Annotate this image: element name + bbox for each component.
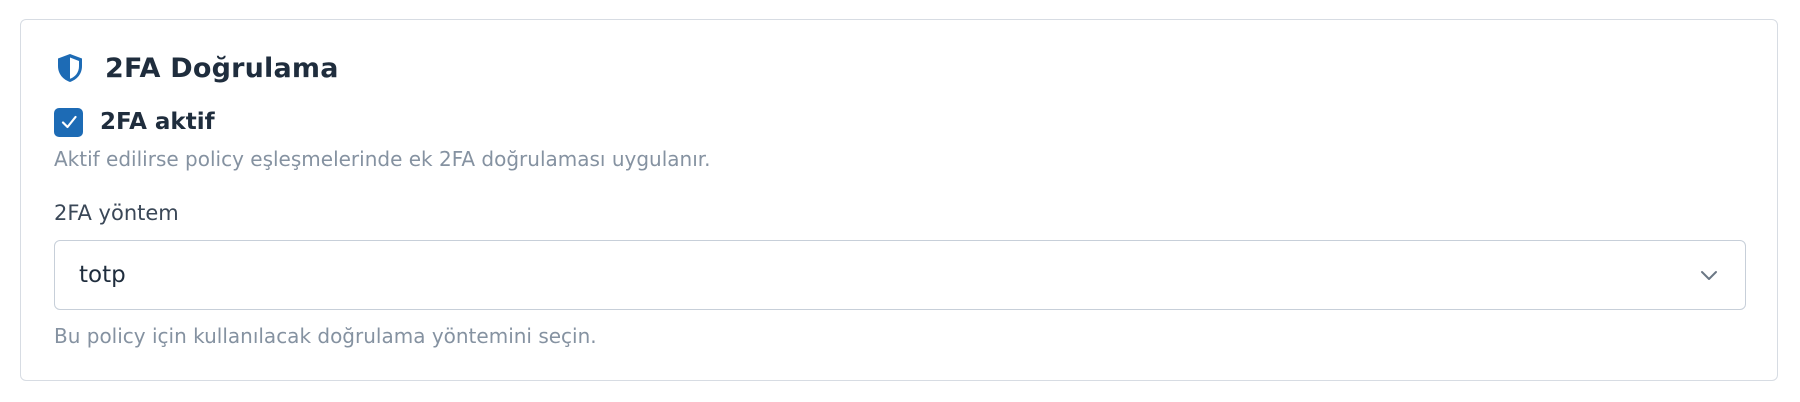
- two-factor-settings-card: 2FA Doğrulama 2FA aktif Aktif edilirse p…: [20, 19, 1778, 381]
- section-title: 2FA Doğrulama: [105, 52, 339, 84]
- chevron-down-icon[interactable]: [1697, 263, 1721, 287]
- enable-2fa-checkbox[interactable]: [54, 107, 83, 137]
- section-header: 2FA Doğrulama: [55, 48, 339, 88]
- method-select[interactable]: totp: [54, 240, 1746, 310]
- method-select-value[interactable]: totp: [79, 262, 1697, 288]
- shield-icon: [55, 52, 85, 84]
- enable-2fa-label[interactable]: 2FA aktif: [100, 109, 215, 135]
- method-field-label: 2FA yöntem: [54, 201, 179, 225]
- enable-2fa-hint: Aktif edilirse policy eşleşmelerinde ek …: [54, 147, 711, 171]
- checkmark-icon: [61, 115, 77, 129]
- method-hint: Bu policy için kullanılacak doğrulama yö…: [54, 324, 597, 348]
- enable-2fa-row[interactable]: 2FA aktif: [54, 107, 215, 137]
